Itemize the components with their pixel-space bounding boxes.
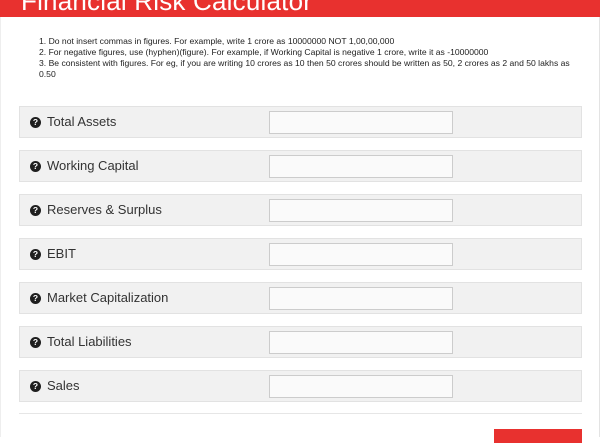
field-label: Reserves & Surplus xyxy=(47,202,162,217)
field-label: EBIT xyxy=(47,246,76,261)
field-label: Sales xyxy=(47,378,80,393)
page-title: Financial Risk Calculator xyxy=(21,0,313,16)
instruction-item: 2. For negative figures, use (hyphen)(fi… xyxy=(22,47,582,58)
field-label: Total Assets xyxy=(47,114,117,129)
question-circle-icon[interactable]: ? xyxy=(30,205,41,216)
field-label: Market Capitalization xyxy=(47,290,169,305)
instruction-number: 2. xyxy=(39,47,47,58)
field-label: Working Capital xyxy=(47,158,139,173)
question-circle-icon[interactable]: ? xyxy=(30,117,41,128)
field-row-total-assets: ? Total Assets xyxy=(19,106,582,138)
instruction-number: 1. xyxy=(39,36,47,46)
form-divider xyxy=(19,413,582,414)
calculator-header: Financial Risk Calculator xyxy=(0,0,600,17)
question-circle-icon[interactable]: ? xyxy=(30,337,41,348)
instruction-number: 3. xyxy=(39,58,47,69)
total-liabilities-input[interactable] xyxy=(269,331,453,354)
question-circle-icon[interactable]: ? xyxy=(30,161,41,172)
ebit-input[interactable] xyxy=(269,243,453,266)
question-circle-icon[interactable]: ? xyxy=(30,293,41,304)
calculate-button[interactable] xyxy=(494,429,582,443)
field-row-reserves-surplus: ? Reserves & Surplus xyxy=(19,194,582,226)
field-row-market-capitalization: ? Market Capitalization xyxy=(19,282,582,314)
sales-input[interactable] xyxy=(269,375,453,398)
instruction-item: 1. Do not insert commas in figures. For … xyxy=(22,36,582,47)
field-row-ebit: ? EBIT xyxy=(19,238,582,270)
field-row-total-liabilities: ? Total Liabilities xyxy=(19,326,582,358)
instruction-text: Do not insert commas in figures. For exa… xyxy=(48,36,395,46)
market-capitalization-input[interactable] xyxy=(269,287,453,310)
instruction-text: Be consistent with figures. For eg, if y… xyxy=(39,58,570,80)
field-row-working-capital: ? Working Capital xyxy=(19,150,582,182)
total-assets-input[interactable] xyxy=(269,111,453,134)
field-row-sales: ? Sales xyxy=(19,370,582,402)
reserves-surplus-input[interactable] xyxy=(269,199,453,222)
instructions-list: 1. Do not insert commas in figures. For … xyxy=(22,36,582,80)
working-capital-input[interactable] xyxy=(269,155,453,178)
question-circle-icon[interactable]: ? xyxy=(30,381,41,392)
question-circle-icon[interactable]: ? xyxy=(30,249,41,260)
instruction-text: For negative figures, use (hyphen)(figur… xyxy=(48,47,489,58)
field-label: Total Liabilities xyxy=(47,334,132,349)
instruction-item: 3. Be consistent with figures. For eg, i… xyxy=(22,58,582,80)
